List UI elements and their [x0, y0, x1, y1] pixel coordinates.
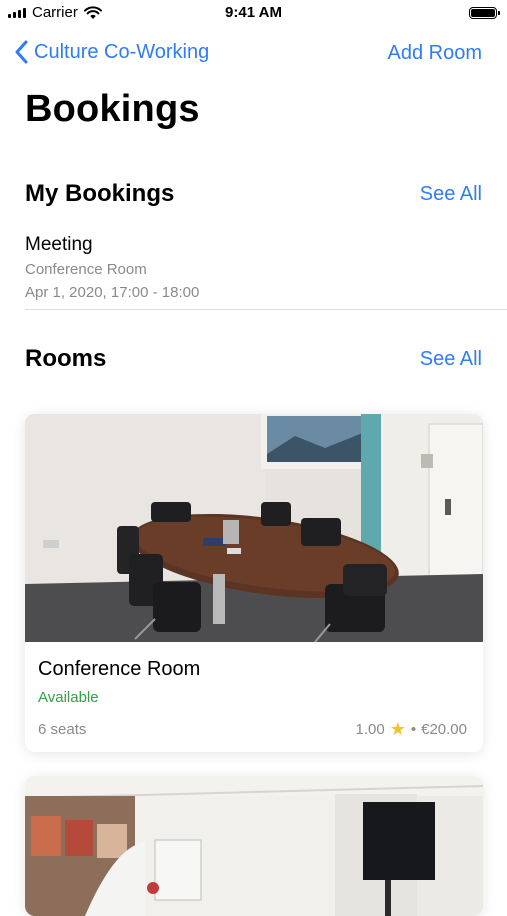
room-card[interactable]: Conference Room Available 6 seats 1.00 ★… [25, 414, 483, 752]
room-name: Conference Room [38, 658, 201, 680]
chevron-left-icon [15, 40, 28, 64]
back-button[interactable]: Culture Co-Working [14, 40, 209, 64]
my-bookings-see-all-button[interactable]: See All [420, 183, 482, 206]
star-icon: ★ [389, 719, 406, 739]
my-bookings-title: My Bookings [25, 180, 175, 207]
room-rating-price: 1.00 ★ • €20.00 [355, 719, 468, 739]
status-bar: Carrier 9:41 AM [0, 0, 507, 26]
divider [25, 309, 507, 310]
separator-dot: • [410, 721, 417, 738]
back-button-label: Culture Co-Working [34, 40, 210, 63]
page-title: Bookings [25, 88, 200, 130]
booking-room: Conference Room [25, 261, 147, 278]
room-rating: 1.00 [355, 721, 385, 738]
booking-name: Meeting [25, 234, 93, 255]
room-photo [25, 776, 483, 916]
add-room-button[interactable]: Add Room [388, 42, 483, 65]
room-card[interactable] [25, 776, 483, 916]
rooms-see-all-button[interactable]: See All [420, 348, 482, 371]
rooms-title: Rooms [25, 345, 107, 372]
battery-icon [469, 7, 500, 19]
booking-datetime: Apr 1, 2020, 17:00 - 18:00 [25, 284, 200, 301]
status-time: 9:41 AM [225, 4, 282, 21]
room-seats: 6 seats [38, 721, 87, 738]
room-availability: Available [38, 689, 99, 706]
room-photo [25, 414, 483, 642]
room-price: €20.00 [421, 721, 467, 738]
